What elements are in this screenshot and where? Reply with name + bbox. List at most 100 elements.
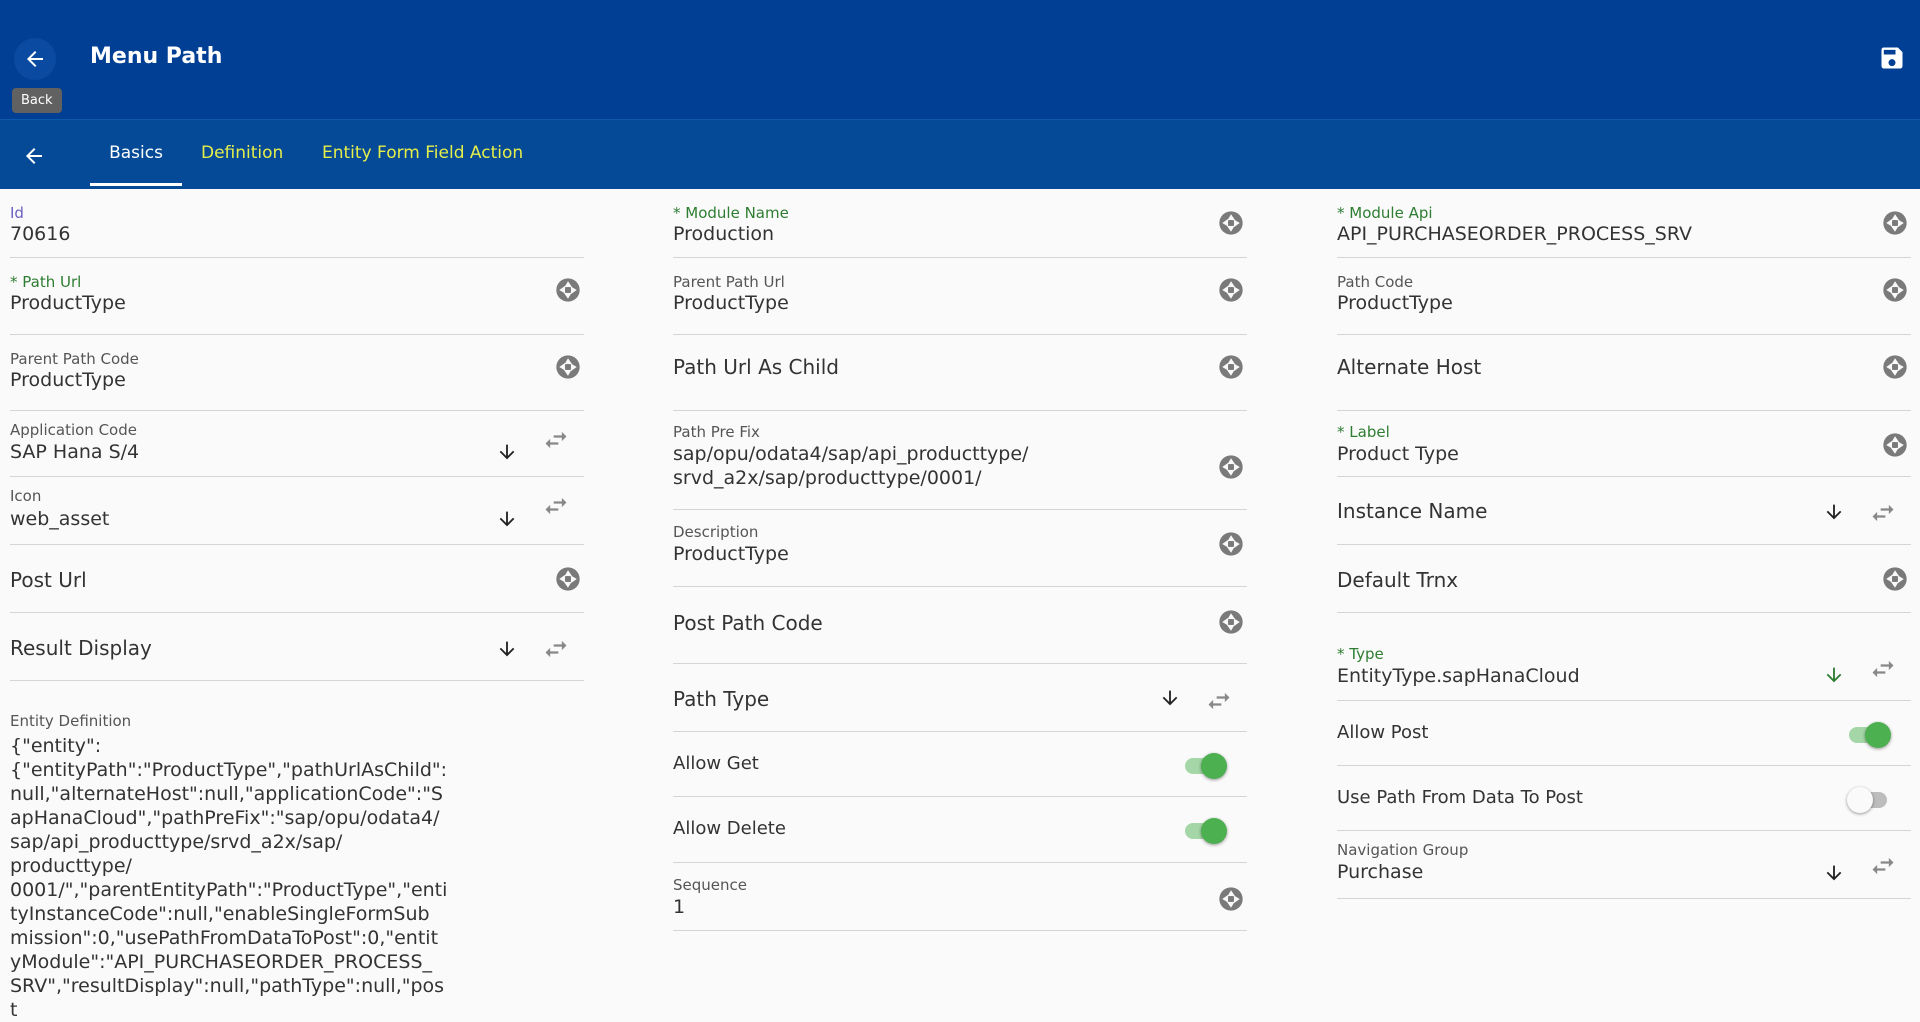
swap-icon[interactable]	[1869, 655, 1897, 683]
post-path-code-field[interactable]: Post Path Code	[673, 587, 1247, 664]
swap-icon[interactable]	[542, 492, 570, 520]
module-name-field[interactable]: * Module Name Production	[673, 189, 1247, 258]
arrow-left-icon	[27, 51, 43, 67]
aperture-icon[interactable]	[1217, 453, 1245, 481]
result-display-label: Result Display	[10, 636, 152, 660]
label-field[interactable]: * Label Product Type	[1337, 411, 1911, 477]
icon-value: web_asset	[10, 508, 110, 530]
aperture-icon[interactable]	[1881, 209, 1909, 237]
entity-definition-label: Entity Definition	[10, 712, 132, 730]
sequence-field[interactable]: Sequence 1	[673, 863, 1247, 931]
arrow-down-icon[interactable]	[1159, 687, 1181, 709]
icon-label: Icon	[10, 487, 42, 505]
aperture-icon[interactable]	[1881, 431, 1909, 459]
allow-post-label: Allow Post	[1337, 722, 1429, 743]
arrow-down-icon[interactable]	[1823, 862, 1845, 884]
result-display-field[interactable]: Result Display	[10, 613, 584, 681]
tab-definition[interactable]: Definition	[201, 120, 283, 186]
aperture-icon[interactable]	[554, 565, 582, 593]
aperture-icon[interactable]	[1881, 353, 1909, 381]
path-url-label: * Path Url	[10, 273, 82, 291]
path-code-field[interactable]: Path Code ProductType	[1337, 258, 1911, 335]
alternate-host-label: Alternate Host	[1337, 355, 1482, 379]
allow-delete-toggle[interactable]	[1183, 816, 1227, 844]
swap-icon[interactable]	[542, 635, 570, 663]
parent-path-code-label: Parent Path Code	[10, 350, 139, 368]
tab-basics[interactable]: Basics	[90, 120, 182, 186]
description-value: ProductType	[673, 543, 789, 565]
allow-delete-field: Allow Delete	[673, 797, 1247, 863]
swap-icon[interactable]	[1869, 852, 1897, 880]
use-path-from-data-to-post-label: Use Path From Data To Post	[1337, 787, 1583, 808]
aperture-icon[interactable]	[1217, 885, 1245, 913]
module-name-label: * Module Name	[673, 204, 789, 222]
arrow-down-icon[interactable]	[1823, 501, 1845, 523]
description-field[interactable]: Description ProductType	[673, 510, 1247, 587]
default-trnx-field[interactable]: Default Trnx	[1337, 545, 1911, 613]
path-url-as-child-field[interactable]: Path Url As Child	[673, 335, 1247, 411]
parent-path-code-field[interactable]: Parent Path Code ProductType	[10, 335, 584, 411]
arrow-down-icon[interactable]	[1823, 664, 1845, 686]
module-api-label: * Module Api	[1337, 204, 1433, 222]
path-pre-fix-value: sap/opu/odata4/sap/api_producttype/ srvd…	[673, 443, 1029, 489]
parent-path-url-value: ProductType	[673, 292, 789, 314]
tab-back-button[interactable]	[16, 138, 52, 174]
application-code-label: Application Code	[10, 421, 137, 439]
aperture-icon[interactable]	[1217, 608, 1245, 636]
path-type-field[interactable]: Path Type	[673, 664, 1247, 732]
label-label: * Label	[1337, 423, 1390, 441]
allow-post-toggle[interactable]	[1847, 720, 1891, 748]
navigation-group-label: Navigation Group	[1337, 841, 1469, 859]
allow-get-toggle[interactable]	[1183, 751, 1227, 779]
parent-path-url-field[interactable]: Parent Path Url ProductType	[673, 258, 1247, 335]
arrow-down-icon[interactable]	[496, 508, 518, 530]
path-pre-fix-label: Path Pre Fix	[673, 423, 760, 441]
path-type-label: Path Type	[673, 687, 770, 711]
post-url-label: Post Url	[10, 568, 87, 592]
swap-icon[interactable]	[1205, 687, 1233, 715]
path-code-value: ProductType	[1337, 292, 1453, 314]
path-code-label: Path Code	[1337, 273, 1414, 291]
page-title: Menu Path	[90, 44, 223, 69]
entity-definition-value: {"entity": {"entityPath":"ProductType","…	[10, 735, 448, 1021]
icon-field[interactable]: Icon web_asset	[10, 477, 584, 545]
path-url-field[interactable]: * Path Url ProductType	[10, 258, 584, 335]
tab-entity-form-field-action[interactable]: Entity Form Field Action	[322, 120, 523, 186]
label-value: Product Type	[1337, 443, 1459, 465]
arrow-down-icon[interactable]	[496, 638, 518, 660]
application-code-value: SAP Hana S/4	[10, 441, 140, 463]
module-api-field[interactable]: * Module Api API_PURCHASEORDER_PROCESS_S…	[1337, 189, 1911, 258]
aperture-icon[interactable]	[1881, 565, 1909, 593]
sequence-label: Sequence	[673, 876, 747, 894]
navigation-group-field[interactable]: Navigation Group Purchase	[1337, 831, 1911, 899]
swap-icon[interactable]	[542, 426, 570, 454]
application-code-field[interactable]: Application Code SAP Hana S/4	[10, 411, 584, 477]
alternate-host-field[interactable]: Alternate Host	[1337, 335, 1911, 411]
aperture-icon[interactable]	[1217, 530, 1245, 558]
allow-delete-label: Allow Delete	[673, 818, 786, 839]
post-path-code-label: Post Path Code	[673, 611, 823, 635]
default-trnx-label: Default Trnx	[1337, 568, 1459, 592]
post-url-field[interactable]: Post Url	[10, 545, 584, 613]
aperture-icon[interactable]	[1217, 276, 1245, 304]
path-pre-fix-field[interactable]: Path Pre Fix sap/opu/odata4/sap/api_prod…	[673, 411, 1247, 510]
back-tooltip: Back	[12, 88, 62, 113]
use-path-from-data-to-post-toggle[interactable]	[1847, 785, 1891, 813]
back-button[interactable]	[14, 38, 56, 80]
id-label: Id	[10, 204, 24, 222]
parent-path-url-label: Parent Path Url	[673, 273, 785, 291]
aperture-icon[interactable]	[554, 276, 582, 304]
save-icon[interactable]	[1878, 44, 1906, 72]
aperture-icon[interactable]	[1217, 209, 1245, 237]
arrow-down-icon[interactable]	[496, 441, 518, 463]
aperture-icon[interactable]	[1881, 276, 1909, 304]
module-api-value: API_PURCHASEORDER_PROCESS_SRV	[1337, 223, 1693, 245]
id-field[interactable]: Id 70616	[10, 189, 584, 258]
path-url-as-child-label: Path Url As Child	[673, 355, 839, 379]
type-field[interactable]: * Type EntityType.sapHanaCloud	[1337, 613, 1911, 701]
entity-definition-field[interactable]: Entity Definition {"entity": {"entityPat…	[10, 712, 450, 1022]
aperture-icon[interactable]	[554, 353, 582, 381]
swap-icon[interactable]	[1869, 499, 1897, 527]
aperture-icon[interactable]	[1217, 353, 1245, 381]
instance-name-field[interactable]: Instance Name	[1337, 477, 1911, 545]
